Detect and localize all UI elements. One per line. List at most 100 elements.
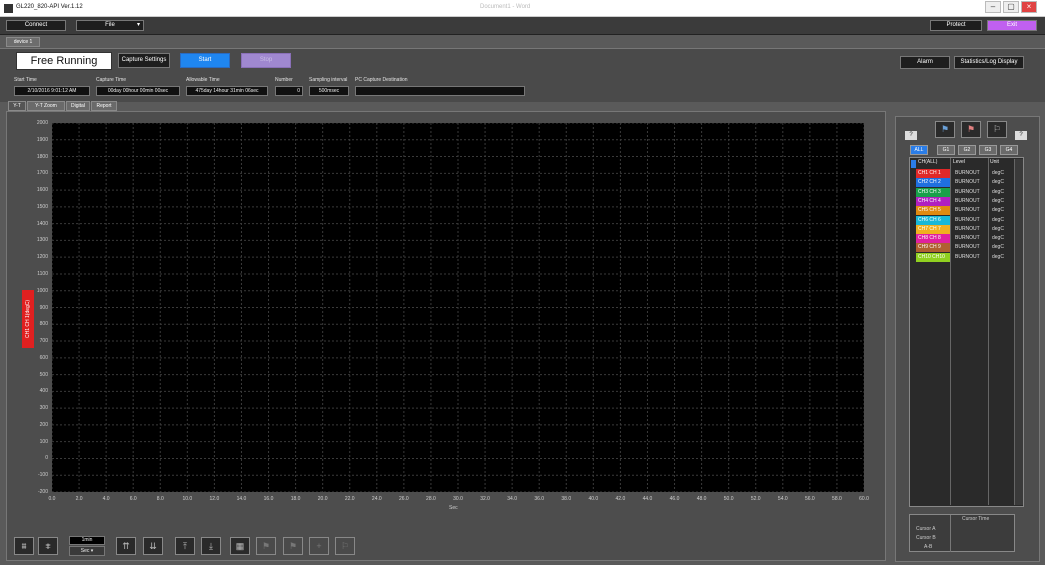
channel-row[interactable]: CH2 CH 2 BURNOUT degC	[916, 178, 1016, 188]
x-tick-label: 10.0	[182, 496, 193, 502]
channel-level: BURNOUT	[955, 253, 980, 260]
scroll-down-button[interactable]: ⇊	[143, 537, 163, 555]
y-tick-label: 400	[39, 388, 48, 395]
minimize-button[interactable]: –	[985, 1, 1001, 13]
tab-yt[interactable]: Y-T	[8, 101, 26, 111]
chevron-down-icon: ▾	[90, 548, 94, 554]
close-button[interactable]: ×	[1021, 1, 1037, 13]
y-tick-label: -100	[37, 472, 48, 479]
channel-row[interactable]: CH9 CH 9 BURNOUT degC	[916, 243, 1016, 253]
marker-button[interactable]: ⚐	[335, 537, 355, 555]
channel-name: CH7 CH 7	[916, 224, 950, 234]
y-tick-label: 800	[39, 321, 48, 328]
device-tab[interactable]: device 1	[6, 37, 40, 47]
channel-name: CH9 CH 9	[916, 243, 950, 253]
yt-chart-plot[interactable]	[52, 123, 864, 492]
alarm-pair-icon[interactable]: ⚐	[987, 121, 1007, 138]
cursor-diff-label: A-B	[924, 544, 933, 550]
channel-unit: degC	[992, 216, 1004, 223]
cursor-b-button[interactable]: ⚑	[283, 537, 303, 555]
chevron-down-icon: ▾	[136, 22, 140, 28]
y-tick-label: 1500	[36, 203, 48, 210]
channel-unit: degC	[992, 225, 1004, 232]
group-g4-tab[interactable]: G4	[1000, 145, 1018, 155]
alarm-flag-blue-icon[interactable]: ⚑	[935, 121, 955, 138]
channel-row[interactable]: CH6 CH 6 BURNOUT degC	[916, 215, 1016, 225]
y-tick-label: 1700	[36, 170, 48, 177]
capture-settings-button[interactable]: Capture Settings	[118, 53, 170, 68]
cursor-a-button[interactable]: ⚑	[256, 537, 276, 555]
start-time-value: 2/10/2016 9:01:12 AM	[14, 86, 90, 96]
channel-level: BURNOUT	[955, 197, 980, 204]
tab-report[interactable]: Report	[91, 101, 117, 111]
time-unit-select[interactable]: Sec ▾	[69, 546, 105, 556]
x-tick-label: 48.0	[696, 496, 707, 502]
exit-button[interactable]: Exit	[987, 20, 1037, 31]
x-tick-label: 40.0	[588, 496, 599, 502]
alarm-button[interactable]: Alarm	[900, 56, 950, 69]
time-span-display: 1min	[69, 536, 105, 545]
allowable-time-label: Allowable Time	[186, 77, 220, 83]
group-g1-tab[interactable]: G1	[937, 145, 955, 155]
channel-row[interactable]: CH8 CH 8 BURNOUT degC	[916, 234, 1016, 244]
group-all-tab[interactable]: ALL	[910, 145, 928, 155]
number-value: 0	[275, 86, 303, 96]
y-tick-label: 0	[45, 455, 48, 462]
mode-display: Free Running	[16, 52, 112, 70]
channel-row[interactable]: CH10 CH10 BURNOUT degC	[916, 252, 1016, 262]
y-tick-label: 900	[39, 304, 48, 311]
protect-button[interactable]: Protect	[930, 20, 982, 31]
tab-yt-zoom[interactable]: Y-T Zoom	[27, 101, 65, 111]
channel-name: CH10 CH10	[916, 252, 950, 262]
grid-toggle-button[interactable]: ▦	[230, 537, 250, 555]
channel-row[interactable]: CH4 CH 4 BURNOUT degC	[916, 196, 1016, 206]
cursor-a-label: Cursor A	[916, 526, 936, 532]
y-tick-label: 100	[39, 438, 48, 445]
channel-row[interactable]: CH7 CH 7 BURNOUT degC	[916, 224, 1016, 234]
zoom-out-y-button[interactable]: ⩨	[38, 537, 58, 555]
x-tick-label: 42.0	[615, 496, 626, 502]
next-page-button[interactable]: ?	[1015, 131, 1027, 140]
channel-row[interactable]: CH1 CH 1 BURNOUT degC	[916, 169, 1016, 178]
app-title: GL220_820-API Ver.1.12	[16, 4, 83, 10]
channel-name: CH8 CH 8	[916, 234, 950, 244]
x-tick-label: 24.0	[371, 496, 382, 502]
file-menu[interactable]: File ▾	[76, 20, 144, 31]
channel-level: BURNOUT	[955, 207, 980, 214]
group-g3-tab[interactable]: G3	[979, 145, 997, 155]
fit-bottom-button[interactable]: ⤓	[201, 537, 221, 555]
stop-button[interactable]: Stop	[241, 53, 291, 68]
crosshair-button[interactable]: +	[309, 537, 329, 555]
prev-page-button[interactable]: ?	[905, 131, 917, 140]
statistics-log-button[interactable]: Statistics/Log Display	[954, 56, 1024, 69]
tab-digital[interactable]: Digital	[66, 101, 90, 111]
column-header-level: Level	[953, 159, 965, 165]
x-tick-label: 4.0	[102, 496, 110, 502]
select-all-checkbox[interactable]	[911, 160, 916, 168]
channel-level: BURNOUT	[955, 235, 980, 242]
channel-row[interactable]: CH5 CH 5 BURNOUT degC	[916, 206, 1016, 216]
time-unit-value: Sec	[80, 548, 90, 554]
alarm-flag-red-icon[interactable]: ⚑	[961, 121, 981, 138]
start-button[interactable]: Start	[180, 53, 230, 68]
y-tick-label: 300	[39, 405, 48, 412]
connect-button[interactable]: Connect	[6, 20, 66, 31]
x-tick-label: 46.0	[669, 496, 680, 502]
fit-top-button[interactable]: ⤒	[175, 537, 195, 555]
file-menu-label: File	[105, 22, 115, 28]
group-g2-tab[interactable]: G2	[958, 145, 976, 155]
scroll-up-button[interactable]: ⇈	[116, 537, 136, 555]
channel-unit: degC	[992, 244, 1004, 251]
x-tick-label: 56.0	[804, 496, 815, 502]
channel-level: BURNOUT	[955, 188, 980, 195]
channel-row[interactable]: CH3 CH 3 BURNOUT degC	[916, 187, 1016, 197]
y-tick-label: 200	[39, 421, 48, 428]
cursor-time-header: Cursor Time	[962, 516, 990, 522]
capture-destination-value[interactable]	[355, 86, 525, 96]
zoom-in-y-button[interactable]: ⩩	[14, 537, 34, 555]
channel-name: CH5 CH 5	[916, 206, 950, 216]
x-tick-label: 28.0	[426, 496, 436, 502]
channel-level: BURNOUT	[955, 244, 980, 251]
maximize-button[interactable]: ▢	[1003, 1, 1019, 13]
channel-unit: degC	[992, 197, 1004, 204]
